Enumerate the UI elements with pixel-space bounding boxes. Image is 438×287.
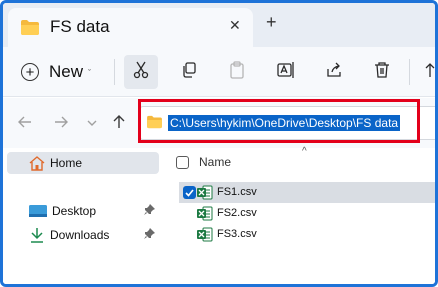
share-button[interactable] [317, 55, 351, 89]
sort-ascending-icon: ^ [302, 146, 307, 157]
cut-button[interactable] [124, 55, 158, 89]
delete-icon [373, 61, 391, 84]
arrow-right-icon [54, 115, 68, 134]
column-header-name[interactable]: Name [199, 155, 231, 169]
sidebar-item-label: Desktop [52, 204, 97, 218]
file-name: FS3.csv [217, 228, 257, 240]
tab-title: FS data [50, 17, 110, 36]
folder-icon [20, 19, 40, 41]
tab-bar: FS data ✕ + [3, 3, 435, 47]
home-icon [29, 155, 45, 171]
file-row-fs1[interactable]: FS1.csv [179, 182, 435, 205]
excel-csv-icon [197, 227, 213, 247]
copy-icon [180, 61, 198, 84]
pin-icon[interactable] [144, 228, 155, 242]
file-explorer-window: FS data ✕ + + New ˇ C:\Users\hykim\OneDr… [0, 0, 438, 287]
highlight-annotation [138, 99, 420, 143]
arrow-up-icon [112, 114, 126, 134]
chevron-down-icon: ˇ [88, 68, 92, 78]
sidebar-item-label: Home [50, 156, 83, 170]
file-name: FS2.csv [217, 207, 257, 219]
share-icon [325, 61, 343, 84]
sidebar-item-label: Downloads [50, 228, 110, 242]
row-checkbox-checked[interactable] [183, 186, 196, 199]
arrow-left-icon [18, 115, 32, 134]
cut-icon [132, 61, 150, 84]
paste-button[interactable] [220, 55, 254, 89]
rename-icon [277, 61, 295, 84]
back-button[interactable] [15, 114, 35, 134]
file-row-fs2[interactable]: FS2.csv [179, 203, 435, 226]
excel-csv-icon [197, 185, 213, 205]
copy-button[interactable] [172, 55, 206, 89]
file-row-fs3[interactable]: FS3.csv [179, 224, 435, 247]
new-tab-button[interactable]: + [266, 12, 277, 33]
delete-button[interactable] [365, 55, 399, 89]
new-button[interactable]: + New ˇ [21, 59, 91, 85]
sort-button[interactable] [413, 55, 435, 89]
forward-button[interactable] [51, 114, 71, 134]
file-name: FS1.csv [217, 186, 257, 198]
sidebar-item-home[interactable]: Home [7, 152, 159, 174]
plus-icon: + [21, 63, 39, 81]
tab-fs-data[interactable]: FS data ✕ [8, 8, 253, 47]
toolbar-divider [409, 59, 410, 85]
sidebar-item-downloads[interactable]: Downloads [29, 224, 161, 246]
up-button[interactable] [109, 114, 129, 134]
new-button-label: New [49, 62, 84, 81]
command-bar: + New ˇ [3, 47, 435, 97]
pin-icon[interactable] [144, 204, 155, 218]
navigation-pane: Home Desktop Downloads [3, 148, 167, 284]
chevron-down-icon [86, 115, 98, 133]
toolbar-divider [114, 59, 115, 85]
recent-locations-button[interactable] [82, 114, 102, 134]
file-list: ^ Name FS1.csv FS2.csv FS3.csv [167, 146, 435, 284]
sort-icon [423, 61, 435, 84]
paste-icon [228, 60, 246, 84]
rename-button[interactable] [269, 55, 303, 89]
desktop-icon [29, 204, 47, 218]
download-icon [29, 227, 45, 243]
close-tab-icon[interactable]: ✕ [229, 17, 241, 34]
sidebar-item-desktop[interactable]: Desktop [29, 200, 161, 222]
excel-csv-icon [197, 206, 213, 226]
select-all-checkbox[interactable] [176, 156, 189, 169]
